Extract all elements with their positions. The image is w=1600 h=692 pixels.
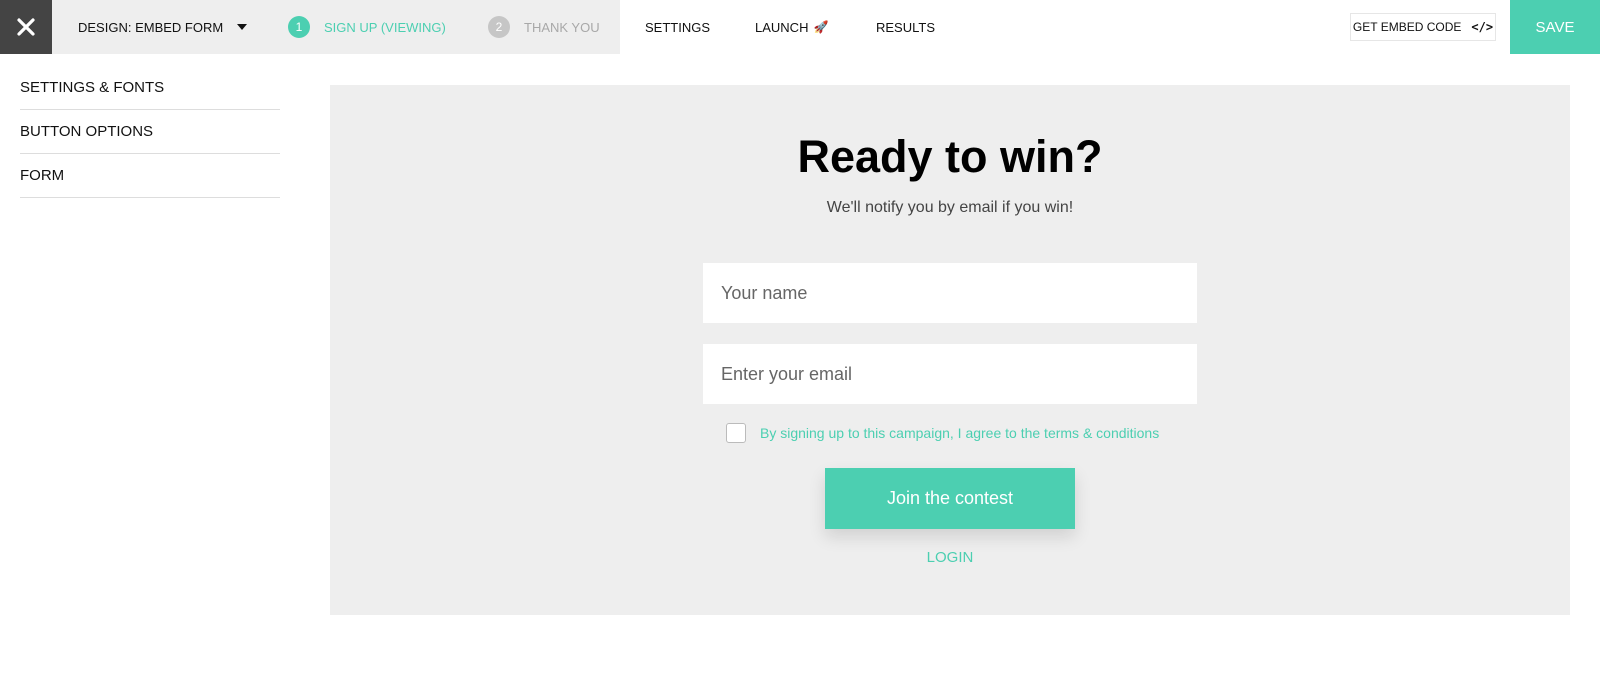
nav-launch[interactable]: LAUNCH 🚀 <box>755 0 828 54</box>
step-sign-up[interactable]: 1 SIGN UP (VIEWING) <box>288 0 446 54</box>
nav-results[interactable]: RESULTS <box>876 0 935 54</box>
sidebar: SETTINGS & FONTS BUTTON OPTIONS FORM <box>20 66 280 198</box>
form-subtitle: We'll notify you by email if you win! <box>826 199 1074 216</box>
step-label: THANK YOU <box>524 19 600 35</box>
form-title: Ready to win? <box>797 131 1103 182</box>
get-embed-code-button[interactable]: GET EMBED CODE </> <box>1350 13 1496 41</box>
login-link[interactable]: LOGIN <box>330 549 1570 566</box>
name-input[interactable] <box>703 263 1197 323</box>
nav-launch-label: LAUNCH <box>755 19 809 35</box>
close-icon <box>17 18 35 36</box>
design-dropdown-label: DESIGN: EMBED FORM <box>78 19 224 35</box>
save-button[interactable]: SAVE <box>1510 0 1600 54</box>
nav-settings-label: SETTINGS <box>645 19 711 35</box>
rocket-icon: 🚀 <box>813 20 829 34</box>
terms-checkbox[interactable] <box>726 423 746 443</box>
code-icon: </> <box>1471 20 1494 34</box>
sidebar-item-label: SETTINGS & FONTS <box>20 79 165 96</box>
top-bar: DESIGN: EMBED FORM 1 SIGN UP (VIEWING) 2… <box>0 0 1600 54</box>
sidebar-item-form[interactable]: FORM <box>20 154 280 198</box>
sidebar-item-label: FORM <box>20 167 65 184</box>
email-input[interactable] <box>703 344 1197 404</box>
step-thank-you[interactable]: 2 THANK YOU <box>488 0 600 54</box>
nav-results-label: RESULTS <box>876 19 935 35</box>
embed-button-label: GET EMBED CODE <box>1352 20 1462 34</box>
close-button[interactable] <box>0 0 52 54</box>
form-preview: Ready to win? We'll notify you by email … <box>330 85 1570 615</box>
sidebar-item-button-options[interactable]: BUTTON OPTIONS <box>20 110 280 154</box>
sidebar-item-label: BUTTON OPTIONS <box>20 123 154 140</box>
join-contest-button[interactable]: Join the contest <box>825 468 1075 529</box>
step-number: 1 <box>288 16 310 38</box>
nav-settings[interactable]: SETTINGS <box>645 0 710 54</box>
step-label: SIGN UP (VIEWING) <box>324 19 446 35</box>
terms-link[interactable]: By signing up to this campaign, I agree … <box>760 425 1159 441</box>
step-number: 2 <box>488 16 510 38</box>
caret-down-icon <box>237 24 248 30</box>
sidebar-item-settings-fonts[interactable]: SETTINGS & FONTS <box>20 66 280 110</box>
terms-row: By signing up to this campaign, I agree … <box>726 422 1159 444</box>
design-dropdown[interactable]: DESIGN: EMBED FORM <box>78 0 248 54</box>
